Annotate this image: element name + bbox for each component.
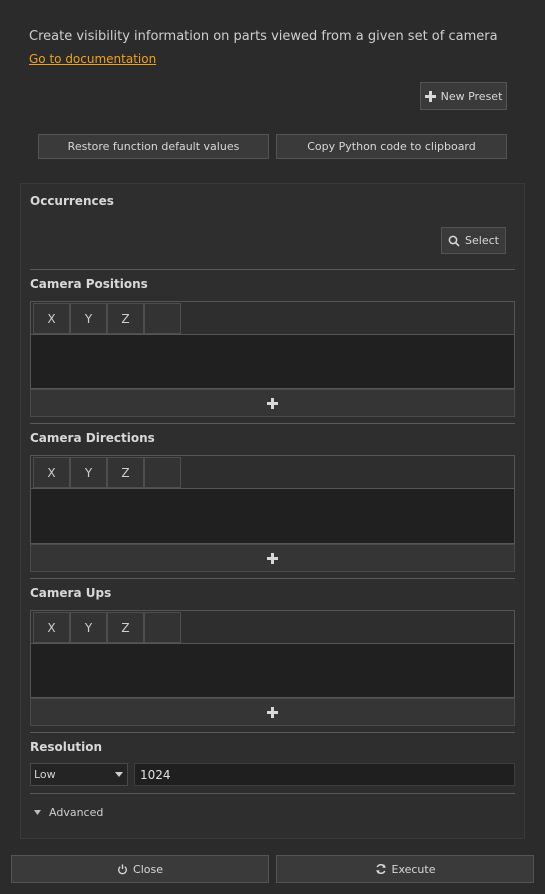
copy-python-label: Copy Python code to clipboard (307, 140, 476, 153)
power-icon (117, 863, 128, 875)
new-preset-button[interactable]: New Preset (420, 82, 507, 110)
triangle-down-icon (34, 810, 41, 815)
camera-ups-table[interactable]: X Y Z (30, 610, 515, 698)
new-preset-label: New Preset (440, 89, 503, 103)
camera-positions-title: Camera Positions (30, 277, 148, 291)
plus-icon (267, 549, 278, 568)
column-header-y[interactable]: Y (70, 457, 107, 488)
divider (30, 423, 515, 424)
resolution-selected-value: Low (34, 768, 56, 781)
close-label: Close (133, 862, 163, 876)
resolution-title: Resolution (30, 740, 103, 754)
add-camera-up-button[interactable] (30, 698, 515, 726)
column-header-x[interactable]: X (33, 303, 70, 334)
add-camera-position-button[interactable] (30, 389, 515, 417)
divider (30, 793, 515, 794)
close-button[interactable]: Close (11, 855, 269, 883)
select-button[interactable]: Select (441, 227, 506, 254)
occurrences-title: Occurrences (30, 194, 114, 208)
select-label: Select (465, 234, 499, 247)
column-header-x[interactable]: X (33, 612, 70, 643)
plus-icon (267, 703, 278, 722)
column-header-z[interactable]: Z (107, 612, 144, 643)
camera-positions-table[interactable]: X Y Z (30, 301, 515, 389)
column-header-y[interactable]: Y (70, 303, 107, 334)
column-header-blank (144, 457, 181, 488)
restore-defaults-button[interactable]: Restore function default values (38, 134, 269, 159)
resolution-value-input[interactable]: 1024 (134, 763, 515, 786)
plus-icon (424, 90, 436, 102)
copy-python-button[interactable]: Copy Python code to clipboard (276, 134, 507, 159)
column-header-blank (144, 612, 181, 643)
search-icon (448, 235, 460, 247)
column-header-z[interactable]: Z (107, 303, 144, 334)
column-header-x[interactable]: X (33, 457, 70, 488)
divider (30, 269, 515, 270)
execute-button[interactable]: Execute (276, 855, 534, 883)
divider (30, 578, 515, 579)
function-description: Create visibility information on parts v… (29, 29, 498, 44)
column-header-y[interactable]: Y (70, 612, 107, 643)
divider (30, 732, 515, 733)
execute-label: Execute (391, 862, 436, 876)
triangle-down-icon (115, 772, 123, 777)
documentation-link[interactable]: Go to documentation (29, 52, 156, 66)
restore-defaults-label: Restore function default values (67, 140, 240, 153)
add-camera-direction-button[interactable] (30, 544, 515, 572)
column-header-blank (144, 303, 181, 334)
column-header-z[interactable]: Z (107, 457, 144, 488)
plus-icon (267, 394, 278, 413)
camera-directions-title: Camera Directions (30, 431, 155, 445)
camera-ups-title: Camera Ups (30, 586, 112, 600)
camera-directions-table[interactable]: X Y Z (30, 455, 515, 544)
advanced-toggle[interactable]: Advanced (34, 806, 103, 819)
advanced-label: Advanced (49, 806, 104, 819)
resolution-select[interactable]: Low (30, 763, 128, 786)
refresh-icon (375, 863, 387, 875)
